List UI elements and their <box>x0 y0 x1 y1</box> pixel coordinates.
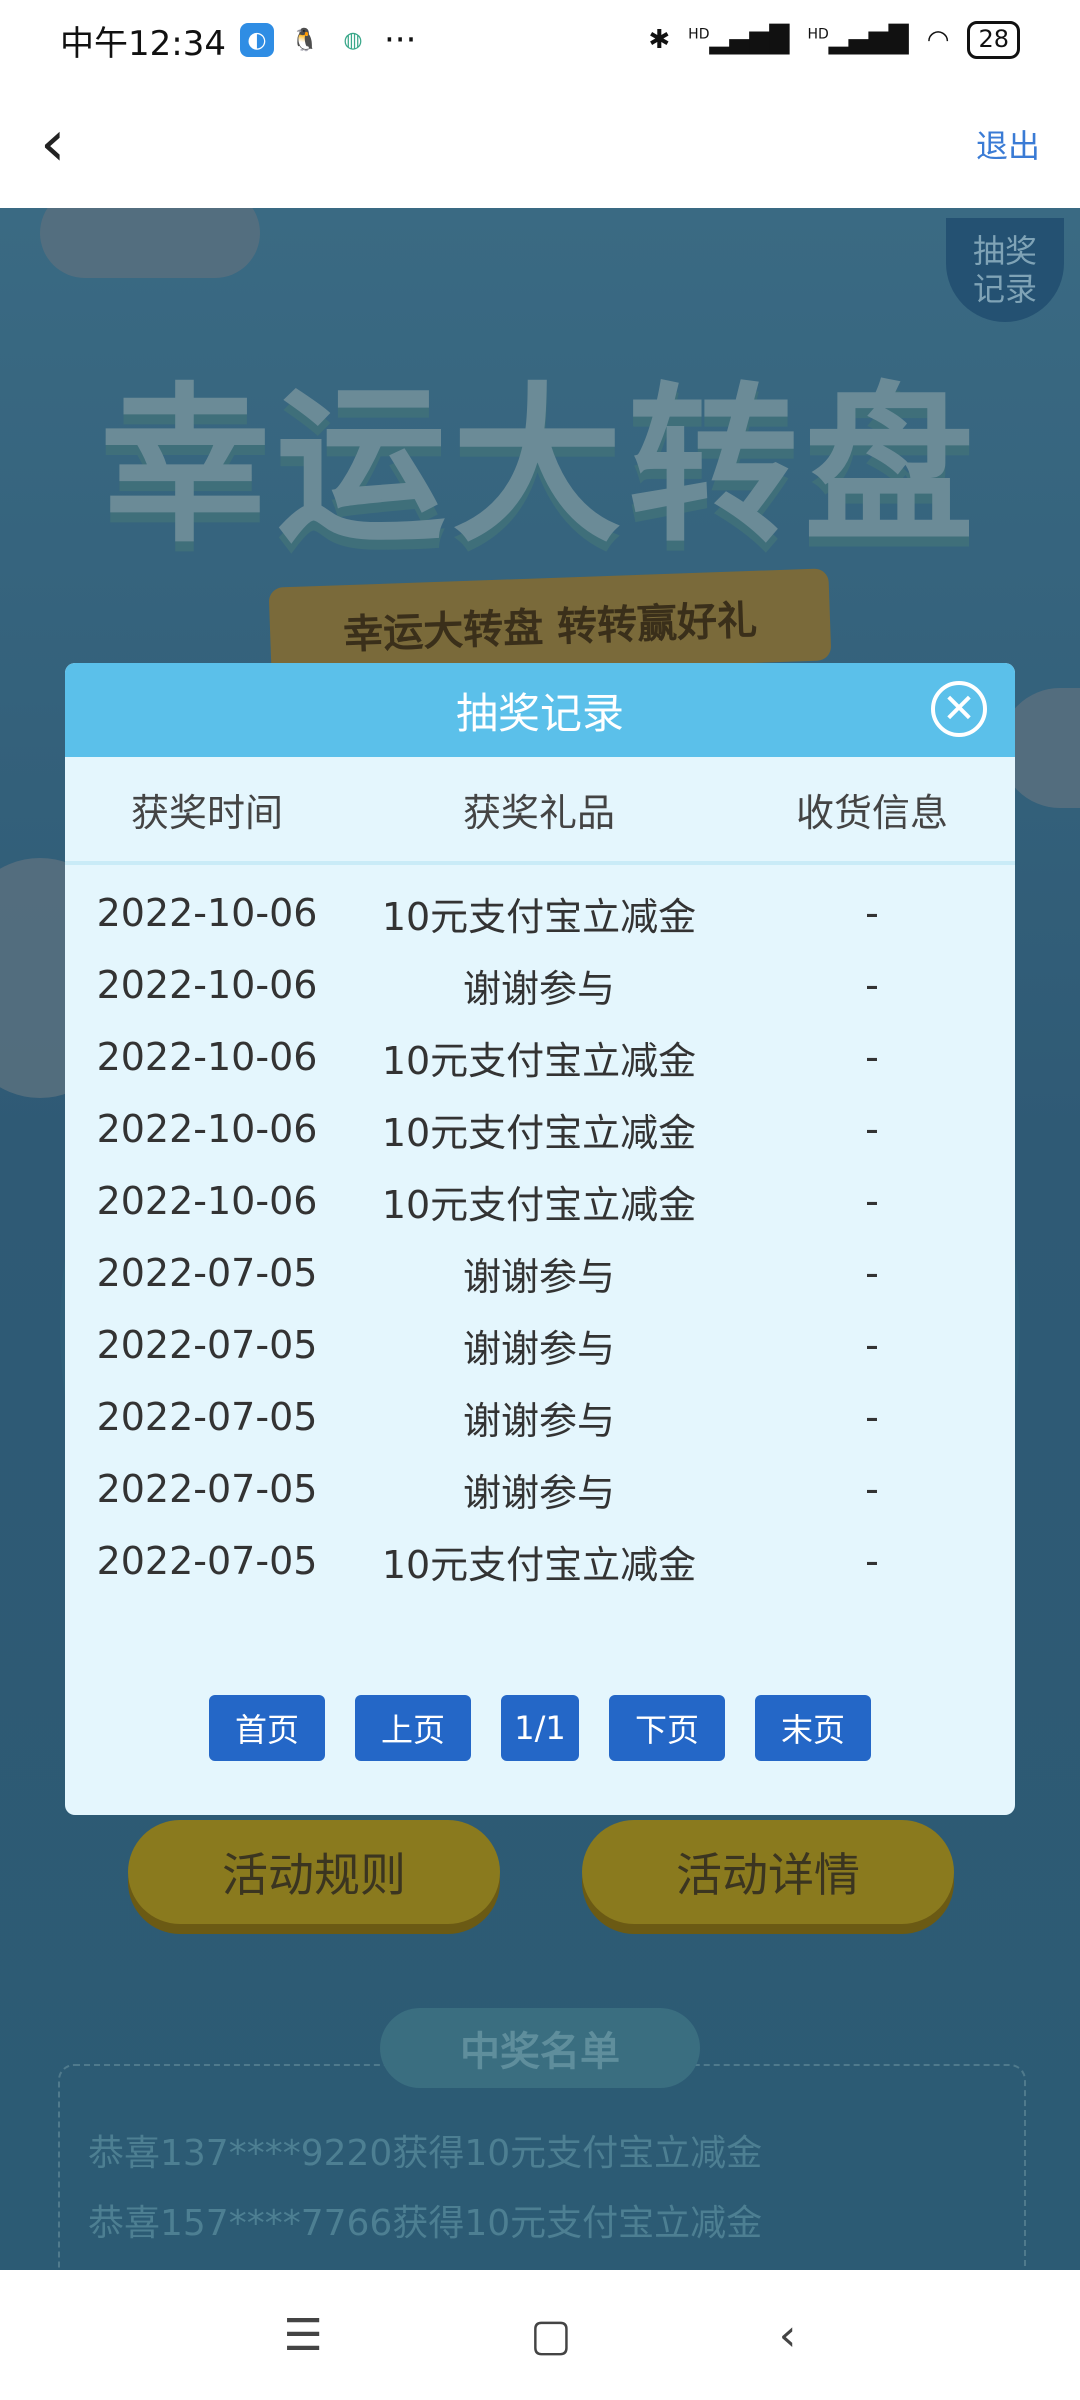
exit-button[interactable]: 退出 <box>976 121 1040 167</box>
cell-time: 2022-10-06 <box>96 1107 318 1151</box>
lucky-wheel-title: 幸运大转盘 <box>99 368 980 566</box>
cell-time: 2022-07-05 <box>96 1539 318 1583</box>
table-row: 2022-07-05 10元支付宝立减金 - <box>65 1525 1015 1597</box>
cell-prize: 谢谢参与 <box>462 1326 615 1371</box>
modal-header: 抽奖记录 ✕ <box>65 663 1015 757</box>
status-time: 中午12:34 <box>60 23 226 64</box>
cell-time: 2022-07-05 <box>96 1251 318 1295</box>
cell-prize: 谢谢参与 <box>462 1398 615 1443</box>
status-bar: 中午12:34 ◐ 🐧 ◍ ··· ✱ HD▂▄▆█ HD▂▄▆█ ◠ 28 <box>0 0 1080 80</box>
cell-shipping: - <box>865 1539 879 1583</box>
battery-icon: 28 <box>967 21 1020 59</box>
signal-hd-2-icon: HD▂▄▆█ <box>807 25 909 55</box>
status-bar-left: 中午12:34 ◐ 🐧 ◍ ··· <box>60 16 416 65</box>
home-square-icon[interactable]: ▢ <box>530 2310 572 2361</box>
cell-shipping: - <box>865 1179 879 1223</box>
cell-prize: 10元支付宝立减金 <box>381 1110 697 1155</box>
table-row: 2022-07-05 谢谢参与 - <box>65 1309 1015 1381</box>
prev-page-button[interactable]: 上页 <box>355 1695 471 1761</box>
signal-hd-1-icon: HD▂▄▆█ <box>688 25 790 55</box>
next-page-button[interactable]: 下页 <box>609 1695 725 1761</box>
lottery-record-modal: 抽奖记录 ✕ 获奖时间 获奖礼品 收货信息 2022-10-06 10元支付宝立减… <box>65 663 1015 1815</box>
cell-time: 2022-10-06 <box>96 891 318 935</box>
cell-prize: 10元支付宝立减金 <box>381 1182 697 1227</box>
cell-prize: 谢谢参与 <box>462 1254 615 1299</box>
browser-app-icon: ◐ <box>239 23 274 57</box>
cell-time: 2022-07-05 <box>96 1323 318 1367</box>
winners-title: 中奖名单 <box>380 2008 700 2088</box>
back-button[interactable]: ‹ <box>40 112 66 176</box>
table-row: 2022-10-06 10元支付宝立减金 - <box>65 1093 1015 1165</box>
lottery-record-corner-button[interactable]: 抽奖 记录 <box>946 218 1064 322</box>
cell-prize: 谢谢参与 <box>462 1470 615 1515</box>
table-row: 2022-07-05 谢谢参与 - <box>65 1453 1015 1525</box>
winner-item: 恭喜157****7766获得10元支付宝立减金 <box>88 2203 763 2244</box>
status-bar-right: ✱ HD▂▄▆█ HD▂▄▆█ ◠ 28 <box>648 21 1020 59</box>
cloud-decoration <box>40 208 260 278</box>
last-page-button[interactable]: 末页 <box>755 1695 871 1761</box>
cell-prize: 谢谢参与 <box>462 966 615 1011</box>
cell-shipping: - <box>865 1323 879 1367</box>
table-body: 2022-10-06 10元支付宝立减金 - 2022-10-06 谢谢参与 - 202… <box>65 865 1015 1597</box>
column-header-time: 获奖时间 <box>130 790 283 835</box>
qq-penguin-icon: 🐧 <box>287 23 322 57</box>
table-row: 2022-07-05 谢谢参与 - <box>65 1237 1015 1309</box>
cell-time: 2022-10-06 <box>96 963 318 1007</box>
table-row: 2022-10-06 谢谢参与 - <box>65 949 1015 1021</box>
more-notifications-icon: ··· <box>383 20 417 60</box>
page-indicator: 1/1 <box>501 1695 579 1761</box>
cell-shipping: - <box>865 1107 879 1151</box>
pagination: 首页 上页 1/1 下页 末页 <box>65 1695 1015 1761</box>
table-row: 2022-10-06 10元支付宝立减金 - <box>65 877 1015 949</box>
close-icon[interactable]: ✕ <box>931 681 987 737</box>
cell-shipping: - <box>865 891 879 935</box>
cell-prize: 10元支付宝立减金 <box>381 1542 697 1587</box>
cell-prize: 10元支付宝立减金 <box>381 1038 697 1083</box>
first-page-button[interactable]: 首页 <box>209 1695 325 1761</box>
table-row: 2022-10-06 10元支付宝立减金 - <box>65 1165 1015 1237</box>
table-row: 2022-07-05 谢谢参与 - <box>65 1381 1015 1453</box>
system-navigation-bar: ☰ ▢ ‹ <box>0 2270 1080 2400</box>
cell-shipping: - <box>865 1035 879 1079</box>
cell-shipping: - <box>865 963 879 1007</box>
table-header: 获奖时间 获奖礼品 收货信息 <box>65 757 1015 865</box>
wifi-icon: ◠ <box>926 25 950 55</box>
cell-time: 2022-07-05 <box>96 1467 318 1511</box>
cell-prize: 10元支付宝立减金 <box>381 894 697 939</box>
menu-icon[interactable]: ☰ <box>284 2310 323 2361</box>
column-header-shipping: 收货信息 <box>795 790 948 835</box>
green-app-icon: ◍ <box>335 23 370 57</box>
modal-title: 抽奖记录 <box>455 688 624 738</box>
bluetooth-icon: ✱ <box>648 25 671 55</box>
cell-shipping: - <box>865 1395 879 1439</box>
app-header: ‹ 退出 <box>0 80 1080 208</box>
back-triangle-icon[interactable]: ‹ <box>779 2310 797 2361</box>
activity-rules-button[interactable]: 活动规则 <box>128 1820 500 1924</box>
cell-shipping: - <box>865 1251 879 1295</box>
activity-details-button[interactable]: 活动详情 <box>582 1820 954 1924</box>
column-header-prize: 获奖礼品 <box>462 790 615 835</box>
cell-time: 2022-07-05 <box>96 1395 318 1439</box>
cell-time: 2022-10-06 <box>96 1179 318 1223</box>
winner-item: 恭喜137****9220获得10元支付宝立减金 <box>88 2133 763 2174</box>
table-row: 2022-10-06 10元支付宝立减金 - <box>65 1021 1015 1093</box>
cell-shipping: - <box>865 1467 879 1511</box>
cell-time: 2022-10-06 <box>96 1035 318 1079</box>
